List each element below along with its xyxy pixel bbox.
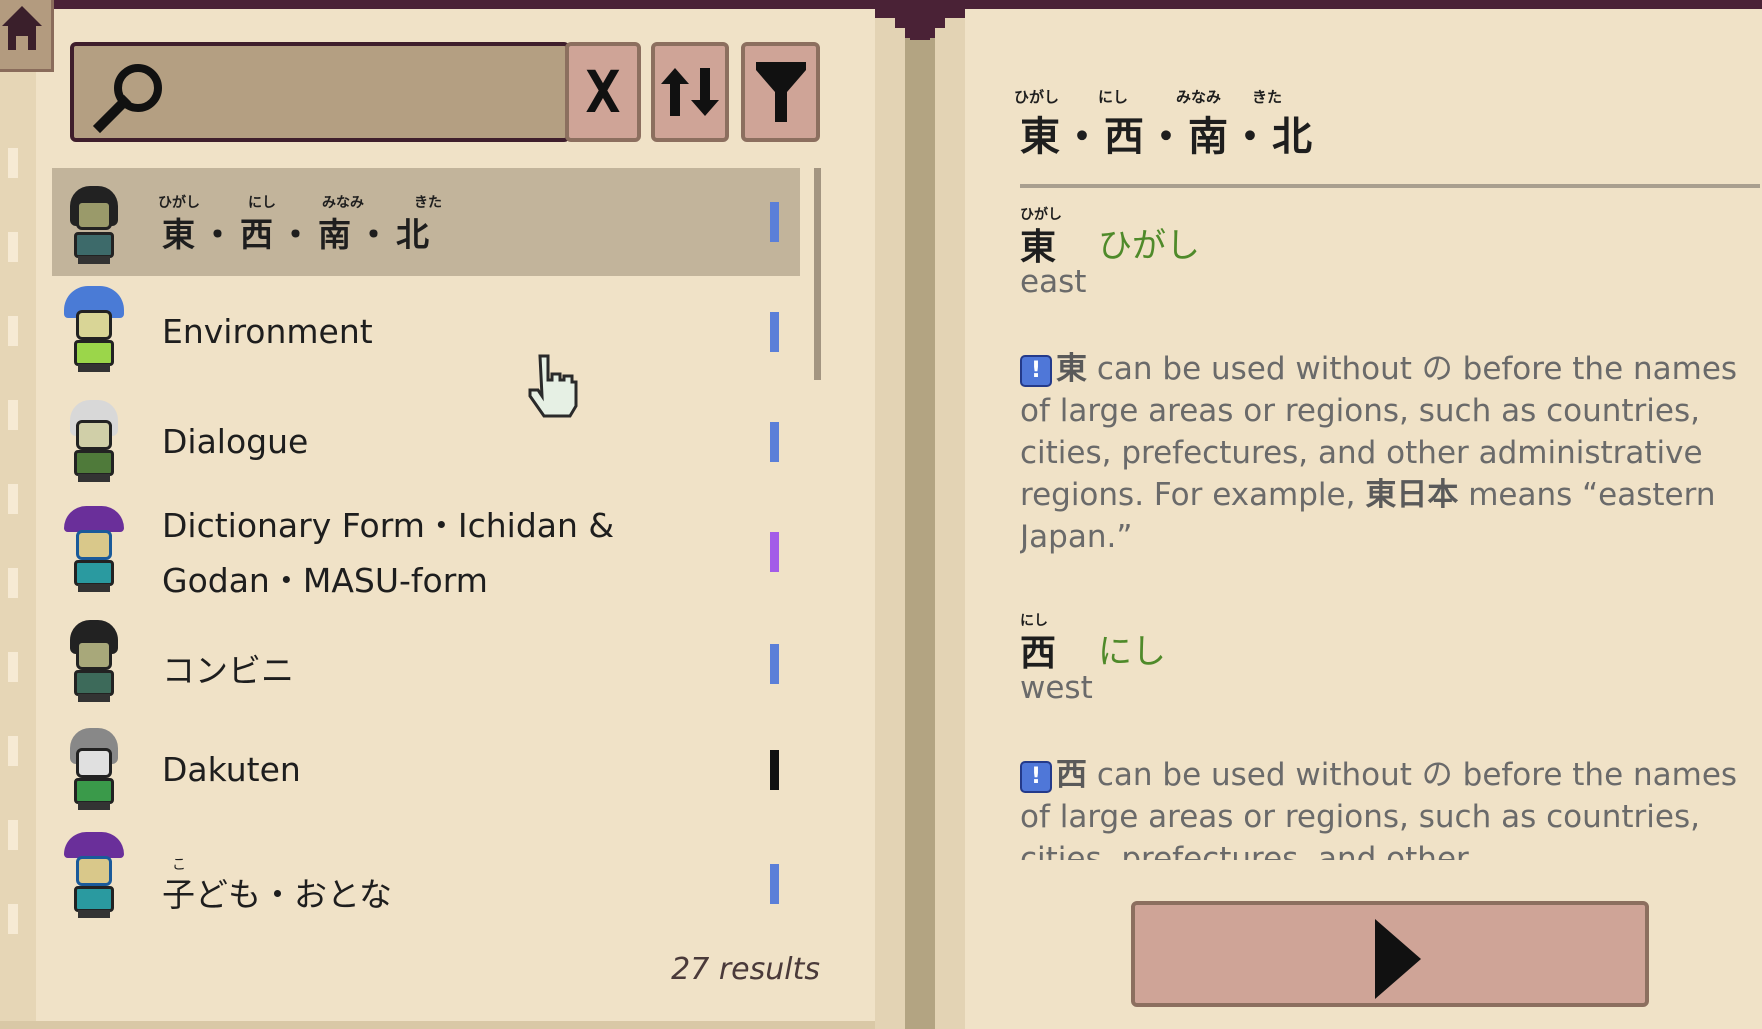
avatar: [64, 506, 124, 594]
list-item-label: Dictionary Form・Ichidan & Godan・MASU-for…: [162, 506, 615, 600]
avatar: [64, 832, 124, 920]
right-page-edge: [935, 9, 965, 1029]
list-item[interactable]: Environment: [52, 280, 800, 386]
usage-note: ! 西 can be used without の before the name…: [1020, 754, 1760, 860]
list-scrollbar[interactable]: [814, 168, 821, 380]
results-count: 27 results: [671, 952, 820, 987]
play-arrow-icon: [1375, 919, 1421, 999]
avatar: [64, 616, 124, 704]
hand-cursor-icon: [528, 354, 578, 418]
category-marker: [770, 864, 779, 904]
list-item-label: Dakuten: [162, 750, 301, 789]
list-item[interactable]: こ 子ども・おとな: [52, 824, 800, 936]
clear-search-button[interactable]: X: [565, 42, 641, 142]
info-icon: !: [1020, 354, 1052, 387]
list-item[interactable]: Dialogue: [52, 390, 800, 496]
lesson-title: 東・西・南・北: [1020, 114, 1314, 160]
filter-button[interactable]: [741, 42, 820, 142]
search-input[interactable]: [184, 64, 628, 126]
info-icon: !: [1020, 760, 1052, 793]
list-item[interactable]: Dictionary Form・Ichidan & Godan・MASU-for…: [52, 498, 800, 606]
list-item-label: Dialogue: [162, 422, 309, 461]
entry-kanji: 西: [1020, 633, 1057, 674]
list-item[interactable]: ひがし にし みなみ きた 東・西・南・北: [52, 168, 800, 276]
list-item-label: Environment: [162, 312, 373, 351]
category-marker: [770, 532, 779, 572]
category-marker: [770, 750, 779, 790]
avatar: [64, 396, 124, 484]
lesson-list: ひがし にし みなみ きた 東・西・南・北 Environment Dialog…: [52, 168, 800, 938]
avatar: [64, 724, 124, 812]
bookmark-ribbon: [875, 9, 965, 40]
list-item[interactable]: Dakuten: [52, 716, 800, 822]
sort-icon: [661, 68, 719, 116]
title-divider: [1020, 184, 1760, 188]
sort-button[interactable]: [651, 42, 729, 142]
entry-meaning: west: [1020, 670, 1093, 706]
filter-icon: [755, 62, 806, 122]
usage-note: ! 東 can be used without の before the name…: [1020, 348, 1760, 558]
note-kanji: 西: [1056, 757, 1087, 793]
list-item-label: 子ども・おとな: [162, 875, 393, 914]
avatar: [64, 286, 124, 374]
left-page-edge: [875, 9, 905, 1029]
category-marker: [770, 644, 779, 684]
next-button[interactable]: [1131, 901, 1649, 1007]
entry-kanji: 東: [1020, 227, 1057, 268]
entry-reading: にし: [1098, 632, 1166, 672]
search-bar[interactable]: [70, 42, 628, 142]
category-marker: [770, 312, 779, 352]
left-page-margin: [0, 9, 36, 1021]
list-item[interactable]: コンビニ: [52, 608, 800, 714]
book-gutter: [905, 9, 935, 1029]
avatar: [64, 178, 124, 266]
list-item-label: 東・西・南・北: [162, 215, 435, 254]
note-example: 東日本: [1365, 477, 1459, 513]
note-kanji: 東: [1056, 351, 1087, 387]
search-icon: [92, 64, 162, 134]
list-item-label: コンビニ: [162, 651, 294, 690]
category-marker: [770, 422, 779, 462]
home-icon: [2, 6, 42, 50]
entry-reading: ひがし: [1098, 226, 1200, 266]
left-page-bottom-edge: [0, 1021, 875, 1029]
entry-meaning: east: [1020, 264, 1087, 300]
home-tab[interactable]: [0, 0, 54, 72]
lesson-content[interactable]: ひがし 東 ひがし east ! 東 can be used without の …: [1020, 200, 1762, 860]
category-marker: [770, 202, 779, 242]
note-text: can be used without の before the names o…: [1020, 757, 1738, 860]
